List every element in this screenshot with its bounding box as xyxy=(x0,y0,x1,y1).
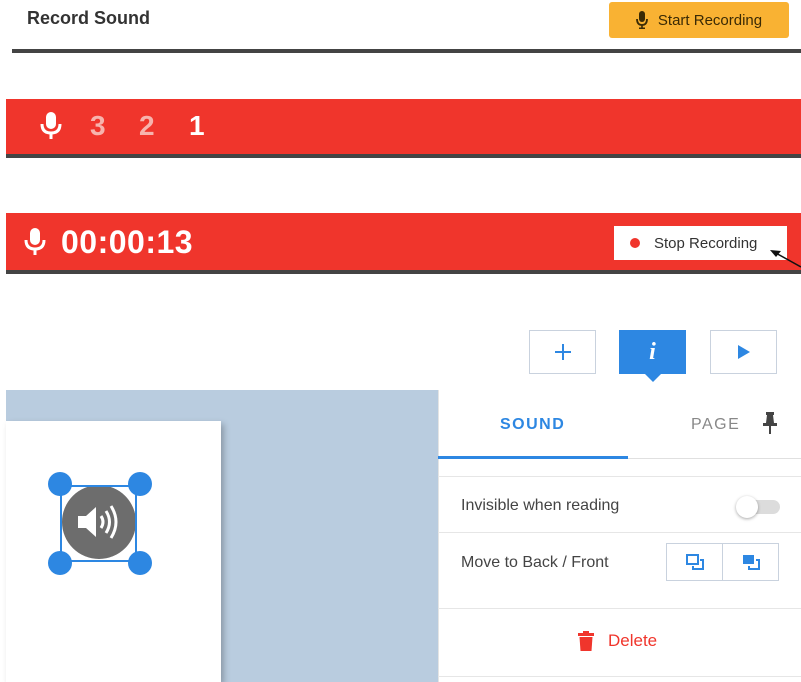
tab-sound[interactable]: SOUND xyxy=(500,416,565,434)
delete-button[interactable]: Delete xyxy=(578,631,657,651)
row-divider xyxy=(438,608,801,609)
cursor-arrow-icon xyxy=(770,250,801,268)
move-back-front-label: Move to Back / Front xyxy=(461,554,609,571)
resize-handle-top-left[interactable] xyxy=(48,472,72,496)
start-recording-label: Start Recording xyxy=(657,11,763,29)
add-button[interactable] xyxy=(529,330,596,374)
send-to-back-button[interactable] xyxy=(666,543,723,581)
microphone-icon xyxy=(40,112,62,139)
tab-divider xyxy=(628,458,801,459)
resize-handle-bottom-left[interactable] xyxy=(48,551,72,575)
row-divider xyxy=(438,532,801,533)
countdown-bar-underline xyxy=(6,154,801,158)
play-icon xyxy=(737,345,750,359)
page-title: Record Sound xyxy=(27,8,151,28)
invisible-toggle-knob[interactable] xyxy=(736,496,758,518)
recording-timer: 00:00:13 xyxy=(61,224,194,260)
record-dot-icon xyxy=(630,238,640,248)
plus-icon xyxy=(554,344,571,360)
info-icon: i xyxy=(649,338,656,365)
info-button[interactable]: i xyxy=(619,330,686,374)
invisible-when-reading-label: Invisible when reading xyxy=(461,497,620,514)
bottom-divider xyxy=(438,676,801,677)
selection-box xyxy=(60,485,137,562)
countdown-number-2: 2 xyxy=(139,110,155,141)
resize-handle-bottom-right[interactable] xyxy=(128,551,152,575)
microphone-icon xyxy=(24,228,46,255)
header-divider xyxy=(12,49,801,53)
resize-handle-top-right[interactable] xyxy=(128,472,152,496)
panel-divider xyxy=(438,476,801,477)
stop-recording-label: Stop Recording xyxy=(654,234,758,252)
bring-to-front-button[interactable] xyxy=(722,543,779,581)
microphone-icon xyxy=(635,11,648,29)
stop-recording-button[interactable]: Stop Recording xyxy=(614,226,787,260)
send-to-back-icon xyxy=(685,554,704,570)
recording-bar-underline xyxy=(6,270,801,274)
countdown-number-1: 1 xyxy=(189,110,205,141)
bring-to-front-icon xyxy=(742,555,760,570)
delete-label: Delete xyxy=(608,631,658,650)
active-tab-indicator xyxy=(438,456,628,459)
info-button-pointer xyxy=(643,372,663,382)
countdown-number-3: 3 xyxy=(90,110,106,141)
countdown-bar xyxy=(6,99,801,154)
tab-page[interactable]: PAGE xyxy=(691,416,740,434)
trash-icon xyxy=(578,631,594,651)
pin-icon[interactable] xyxy=(763,412,777,434)
start-recording-button[interactable]: Start Recording xyxy=(609,2,789,38)
play-button[interactable] xyxy=(710,330,777,374)
